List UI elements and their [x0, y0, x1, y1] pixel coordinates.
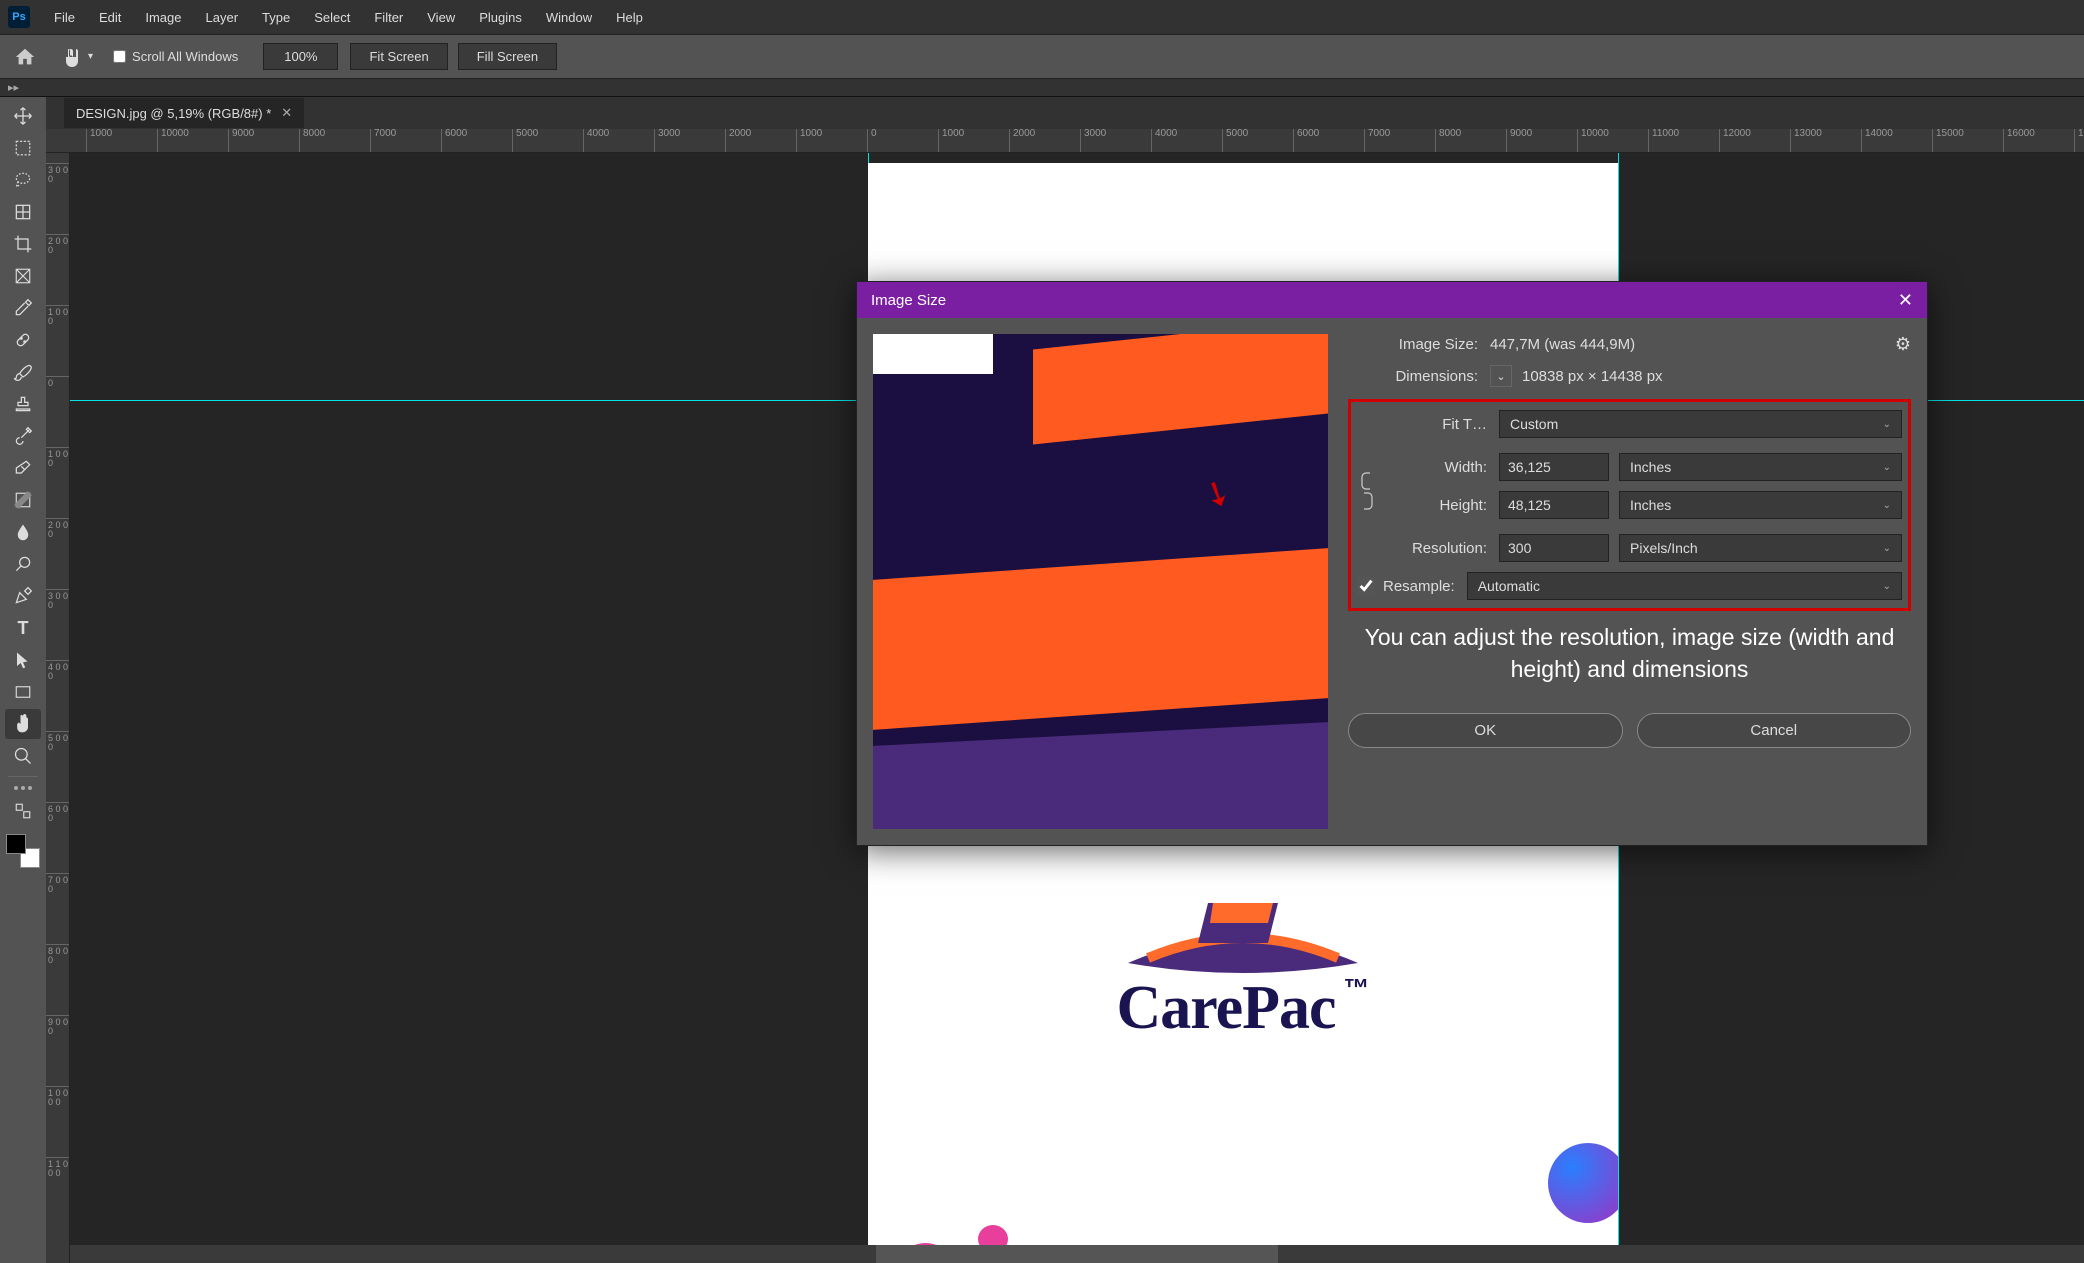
- foreground-background-colors[interactable]: [6, 834, 40, 868]
- edit-toolbar[interactable]: [5, 796, 41, 826]
- resolution-input[interactable]: [1499, 534, 1609, 562]
- menu-window[interactable]: Window: [536, 4, 602, 31]
- resample-select[interactable]: Automatic⌄: [1467, 572, 1902, 600]
- resample-checkbox[interactable]: [1357, 577, 1375, 595]
- ok-button[interactable]: OK: [1348, 713, 1623, 748]
- image-size-value: 447,7M (was 444,9M): [1490, 336, 1635, 353]
- height-input[interactable]: [1499, 491, 1609, 519]
- dodge-tool[interactable]: [5, 549, 41, 579]
- resample-label: Resample:: [1383, 578, 1455, 595]
- healing-tool[interactable]: [5, 325, 41, 355]
- ruler-vertical[interactable]: 3 0 0 02 0 0 01 0 0 001 0 0 02 0 0 03 0 …: [46, 153, 70, 1263]
- menu-file[interactable]: File: [44, 4, 85, 31]
- menu-select[interactable]: Select: [304, 4, 360, 31]
- menu-type[interactable]: Type: [252, 4, 300, 31]
- scroll-all-checkbox[interactable]: Scroll All Windows: [113, 49, 238, 64]
- tools-panel: T: [0, 97, 46, 1263]
- width-input[interactable]: [1499, 453, 1609, 481]
- collapse-row[interactable]: ▸▸: [0, 79, 2084, 97]
- close-icon[interactable]: ✕: [281, 105, 292, 121]
- width-unit-select[interactable]: Inches⌄: [1619, 453, 1902, 481]
- crop-tool[interactable]: [5, 229, 41, 259]
- zoom-tool[interactable]: [5, 741, 41, 771]
- menu-help[interactable]: Help: [606, 4, 653, 31]
- move-tool[interactable]: [5, 101, 41, 131]
- photoshop-icon: Ps: [8, 6, 30, 28]
- home-icon[interactable]: [10, 42, 40, 72]
- gear-icon[interactable]: ⚙: [1895, 334, 1911, 355]
- fill-screen-button[interactable]: Fill Screen: [458, 43, 557, 70]
- menu-plugins[interactable]: Plugins: [469, 4, 532, 31]
- gradient-tool[interactable]: [5, 485, 41, 515]
- dialog-titlebar[interactable]: Image Size ✕: [857, 282, 1927, 318]
- ruler-horizontal[interactable]: 1000100009000800070006000500040003000200…: [46, 129, 2084, 153]
- rectangle-tool[interactable]: [5, 677, 41, 707]
- pen-tool[interactable]: [5, 581, 41, 611]
- menu-image[interactable]: Image: [135, 4, 191, 31]
- hand-tool[interactable]: [5, 709, 41, 739]
- width-label: Width:: [1377, 459, 1487, 476]
- marquee-tool[interactable]: [5, 133, 41, 163]
- tool-more[interactable]: [14, 782, 32, 794]
- highlight-box: Fit T… Custom⌄ Width: Inches⌄: [1348, 399, 1911, 611]
- dimensions-label: Dimensions:: [1348, 368, 1478, 385]
- tool-preset-hand[interactable]: ▾: [60, 45, 93, 69]
- image-size-label: Image Size:: [1348, 336, 1478, 353]
- type-tool[interactable]: T: [5, 613, 41, 643]
- zoom-level[interactable]: 100%: [263, 43, 338, 70]
- chevron-down-icon: ▾: [88, 51, 93, 62]
- selection-tool[interactable]: [5, 197, 41, 227]
- path-select-tool[interactable]: [5, 645, 41, 675]
- eraser-tool[interactable]: [5, 453, 41, 483]
- frame-tool[interactable]: [5, 261, 41, 291]
- close-icon[interactable]: ✕: [1898, 290, 1913, 311]
- resolution-label: Resolution:: [1357, 540, 1487, 557]
- brush-tool[interactable]: [5, 357, 41, 387]
- link-icon[interactable]: [1357, 448, 1377, 534]
- dimensions-expand[interactable]: ⌄: [1490, 365, 1512, 387]
- height-label: Height:: [1377, 497, 1487, 514]
- scrollbar-horizontal[interactable]: [70, 1245, 2084, 1263]
- fit-to-select[interactable]: Custom⌄: [1499, 410, 1902, 438]
- image-size-dialog: Image Size ✕ ➘ Image Size: 447,7M (was 4…: [856, 281, 1928, 846]
- eyedropper-tool[interactable]: [5, 293, 41, 323]
- menu-filter[interactable]: Filter: [364, 4, 413, 31]
- history-brush-tool[interactable]: [5, 421, 41, 451]
- dimensions-value: 10838 px × 14438 px: [1522, 368, 1663, 385]
- menu-layer[interactable]: Layer: [196, 4, 249, 31]
- options-bar: ▾ Scroll All Windows 100% Fit Screen Fil…: [0, 34, 2084, 79]
- menu-edit[interactable]: Edit: [89, 4, 131, 31]
- annotation-text: You can adjust the resolution, image siz…: [1348, 621, 1911, 685]
- resolution-unit-select[interactable]: Pixels/Inch⌄: [1619, 534, 1902, 562]
- document-tabs: DESIGN.jpg @ 5,19% (RGB/8#) * ✕: [46, 97, 2084, 129]
- blur-tool[interactable]: [5, 517, 41, 547]
- cancel-button[interactable]: Cancel: [1637, 713, 1912, 748]
- fit-screen-button[interactable]: Fit Screen: [350, 43, 447, 70]
- fit-to-label: Fit T…: [1357, 416, 1487, 433]
- height-unit-select[interactable]: Inches⌄: [1619, 491, 1902, 519]
- preview-thumbnail[interactable]: ➘: [873, 334, 1328, 829]
- lasso-tool[interactable]: [5, 165, 41, 195]
- stamp-tool[interactable]: [5, 389, 41, 419]
- menu-view[interactable]: View: [417, 4, 465, 31]
- menu-bar: Ps File Edit Image Layer Type Select Fil…: [0, 0, 2084, 34]
- arrow-icon: ➘: [1196, 470, 1239, 518]
- document-tab[interactable]: DESIGN.jpg @ 5,19% (RGB/8#) * ✕: [64, 98, 304, 128]
